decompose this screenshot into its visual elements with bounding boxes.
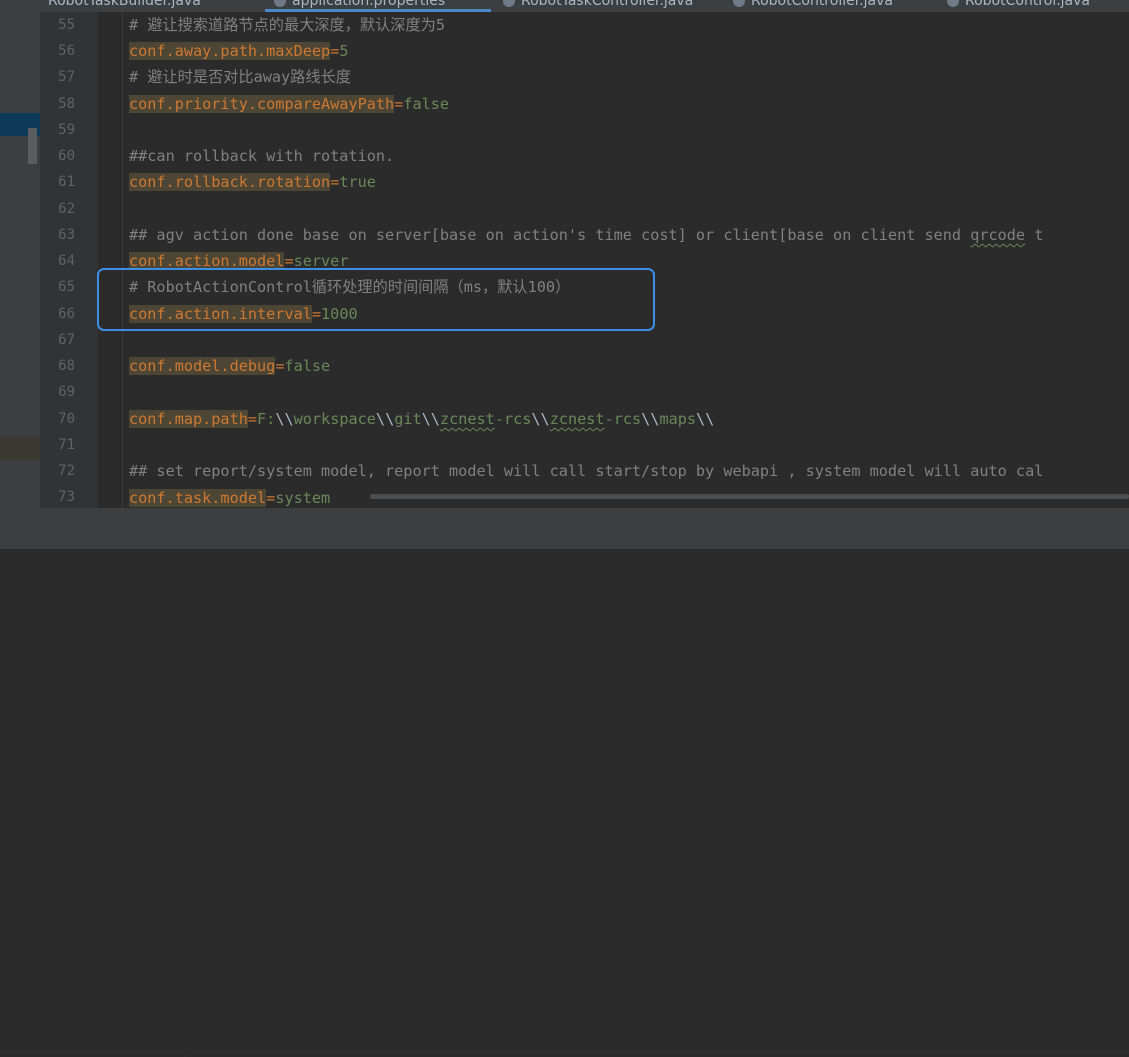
line-number: 61 <box>58 174 75 190</box>
equals-sign: = <box>394 95 404 113</box>
line-number: 56 <box>58 43 75 59</box>
comment-text: # 避让搜索道路节点的最大深度，默认深度为5 <box>129 16 445 34</box>
line-number: 67 <box>58 332 75 348</box>
annotation-highlight-box <box>97 268 655 331</box>
java-file-icon <box>503 0 515 7</box>
path-separator: \\ <box>531 410 550 428</box>
tab-label: RobotTaskController.java <box>521 0 694 9</box>
property-key: conf.away.path.maxDeep <box>129 42 331 60</box>
code-line[interactable]: conf.away.path.maxDeep=5 <box>129 40 348 62</box>
tab-label: RobotTaskBuilder.java <box>48 0 201 9</box>
path-separator: \\ <box>641 410 660 428</box>
java-file-icon <box>733 0 745 7</box>
line-number: 71 <box>58 437 75 453</box>
path-segment: -rcs <box>494 410 532 428</box>
code-line[interactable]: conf.model.debug=false <box>129 355 330 377</box>
property-value: 5 <box>339 42 349 60</box>
tab-label: application.properties <box>292 0 446 9</box>
code-line[interactable]: ##can rollback with rotation. <box>129 145 394 167</box>
comment-text: t <box>1025 226 1044 244</box>
property-value: true <box>339 173 376 191</box>
tab-robot-task-builder[interactable]: RobotTaskBuilder.java <box>48 0 201 11</box>
tab-robot-task-controller[interactable]: RobotTaskController.java <box>503 0 693 11</box>
line-number: 57 <box>58 69 75 85</box>
divider <box>184 1052 185 1057</box>
property-key: conf.model.debug <box>129 357 276 375</box>
tab-label: RobotController.java <box>751 0 893 9</box>
line-number: 63 <box>58 227 75 243</box>
line-number: 73 <box>58 489 75 505</box>
equals-sign: = <box>266 489 276 507</box>
code-line[interactable]: conf.priority.compareAwayPath=false <box>129 93 449 115</box>
comment-text: ## set report/system model, report model… <box>129 462 1044 480</box>
path-drive: F: <box>257 410 276 428</box>
equals-sign: = <box>330 42 340 60</box>
line-number: 68 <box>58 358 75 374</box>
comment-text: ## agv action done base on server[base o… <box>129 226 971 244</box>
spelling-warning-word[interactable]: qrcode <box>970 226 1025 244</box>
tab-label: RobotControl.java <box>965 0 1090 9</box>
code-line[interactable]: # 避让时是否对比away路线长度 <box>129 66 351 88</box>
code-line[interactable]: # 避让搜索道路节点的最大深度，默认深度为5 <box>129 14 445 36</box>
code-line[interactable]: ## set report/system model, report model… <box>129 460 1043 482</box>
code-line[interactable]: ## agv action done base on server[base o… <box>129 224 1043 246</box>
code-line[interactable]: conf.rollback.rotation=true <box>129 171 376 193</box>
path-separator: \\ <box>696 410 715 428</box>
active-tab-indicator <box>265 9 491 12</box>
line-number: 66 <box>58 306 75 322</box>
divider <box>0 1052 1129 1053</box>
editor-tab-bar: RobotTaskBuilder.java application.proper… <box>0 0 1129 12</box>
tab-robot-control[interactable]: RobotControl.java <box>947 0 1090 11</box>
tab-robot-controller[interactable]: RobotController.java <box>733 0 893 11</box>
line-number: 59 <box>58 122 75 138</box>
comment-text: ##can rollback with rotation. <box>129 147 395 165</box>
line-number: 60 <box>58 148 75 164</box>
path-segment: -rcs <box>604 410 642 428</box>
path-segment: workspace <box>293 410 376 428</box>
equals-sign: = <box>247 410 258 428</box>
path-separator: \\ <box>275 410 294 428</box>
line-number: 65 <box>58 279 75 295</box>
property-value: false <box>403 95 450 113</box>
line-number: 62 <box>58 201 75 217</box>
path-separator: \\ <box>375 410 395 428</box>
comment-text: # 避让时是否对比away路线长度 <box>129 68 351 86</box>
property-key: conf.map.path <box>129 410 248 428</box>
horizontal-scrollbar[interactable] <box>370 494 1129 499</box>
property-value: false <box>284 357 331 375</box>
line-number: 58 <box>58 96 75 112</box>
spelling-warning-word[interactable]: zcnest <box>440 410 495 428</box>
line-number: 55 <box>58 17 75 33</box>
project-tree-highlight <box>0 436 40 461</box>
equals-sign: = <box>330 173 340 191</box>
path-segment: git <box>394 410 422 428</box>
property-key: conf.priority.compareAwayPath <box>129 95 395 113</box>
project-panel-edge[interactable] <box>0 12 40 508</box>
bottom-tool-bar <box>0 508 1129 1057</box>
path-separator: \\ <box>421 410 440 428</box>
property-key: conf.rollback.rotation <box>129 173 331 191</box>
indent-guide <box>122 12 123 508</box>
property-key: conf.task.model <box>129 489 267 507</box>
line-number: 64 <box>58 253 75 269</box>
code-line[interactable]: conf.map.path=F:\\workspace\\git\\zcnest… <box>129 408 714 430</box>
property-value: system <box>275 489 331 507</box>
code-line[interactable]: conf.task.model=system <box>129 487 330 509</box>
project-panel-scrollbar[interactable] <box>28 128 37 164</box>
line-number: 69 <box>58 384 75 400</box>
spelling-warning-word[interactable]: zcnest <box>550 410 605 428</box>
properties-file-icon <box>274 0 286 7</box>
path-segment: maps <box>659 410 697 428</box>
java-file-icon <box>947 0 959 7</box>
line-number: 70 <box>58 411 75 427</box>
line-number: 72 <box>58 463 75 479</box>
